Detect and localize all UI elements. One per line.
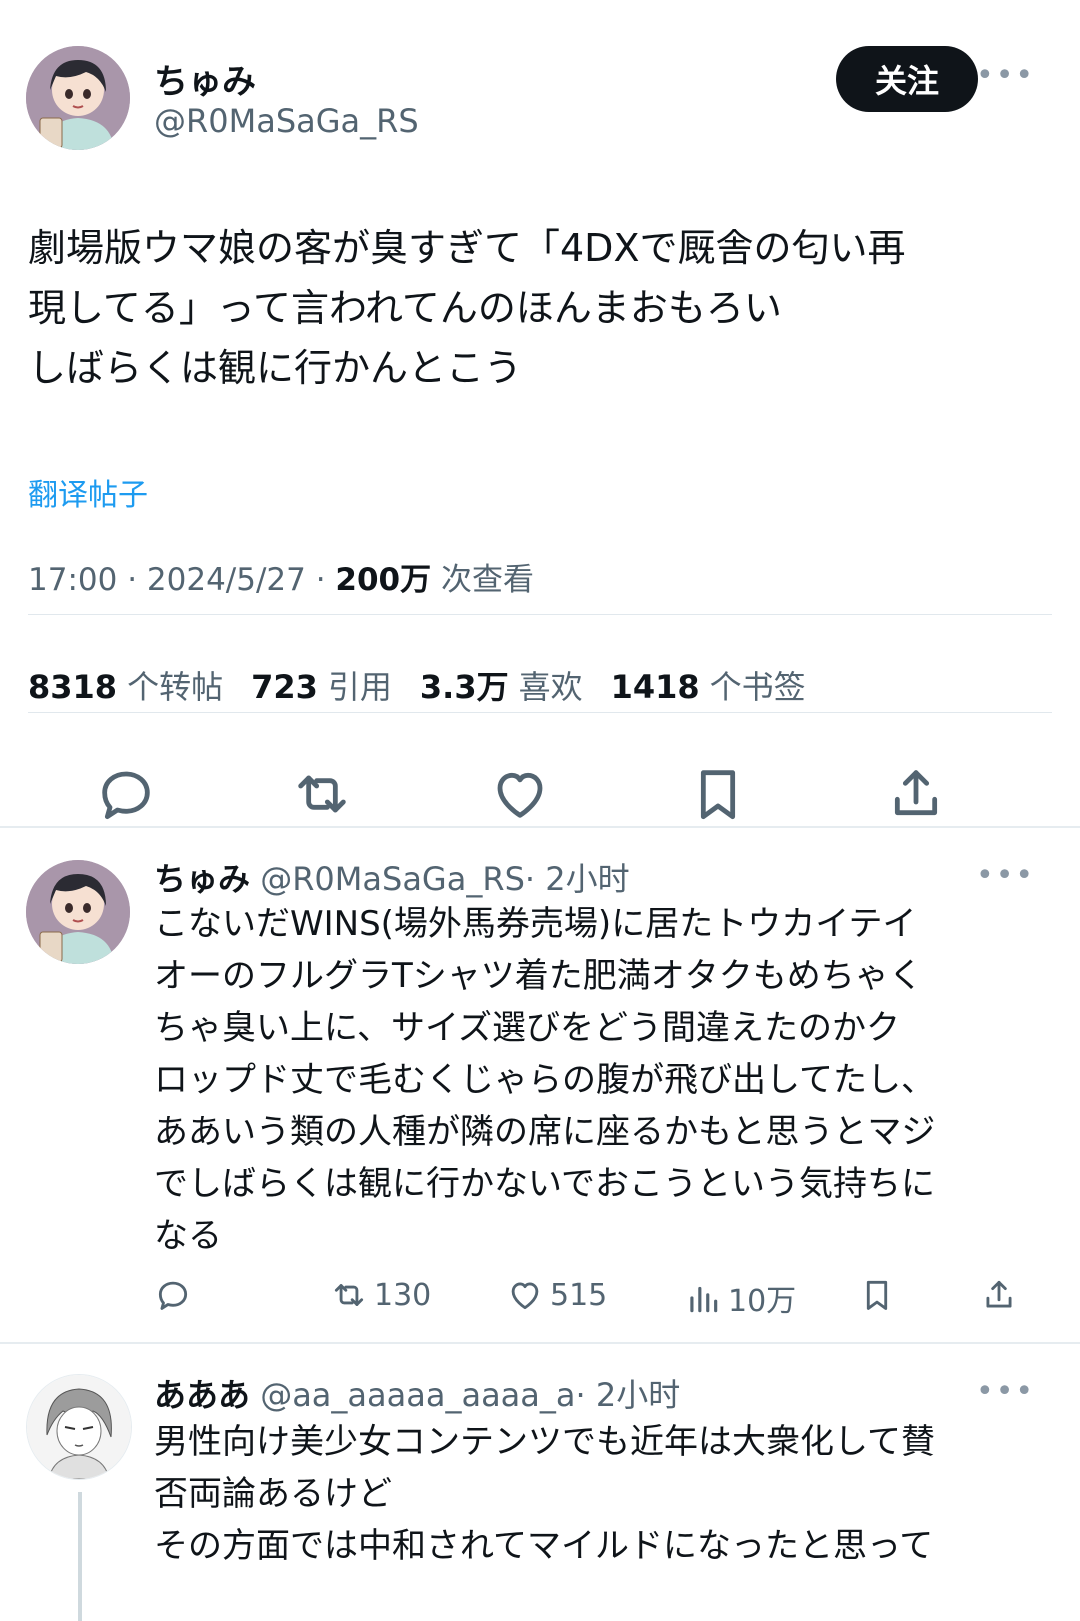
thread-line <box>78 1492 82 1621</box>
more-icon[interactable]: ••• <box>976 1374 1035 1409</box>
like-button[interactable]: 515 <box>506 1276 607 1314</box>
bookmark-icon[interactable] <box>858 1276 902 1314</box>
divider <box>28 712 1052 713</box>
divider <box>0 1342 1080 1344</box>
retweet-icon <box>334 1284 364 1306</box>
reply-author-handle[interactable]: @R0MaSaGa_RS <box>260 860 525 898</box>
views-icon <box>690 1286 718 1313</box>
divider <box>0 826 1080 828</box>
reply-time[interactable]: · 2小时 <box>576 1376 681 1414</box>
reply-icon[interactable] <box>94 762 158 826</box>
author-handle[interactable]: @R0MaSaGa_RS <box>154 102 419 140</box>
reply-header: ちゅみ @R0MaSaGa_RS· 2小时 <box>154 854 630 900</box>
stat-bookmarks[interactable]: 1418 个书签 <box>611 662 806 708</box>
reply-icon[interactable] <box>154 1276 198 1314</box>
reply-author-name[interactable]: ちゅみ <box>154 860 250 898</box>
retweet-count: 130 <box>374 1277 432 1313</box>
tweet-stats: 8318 个转帖 723 引用 3.3万 喜欢 1418 个书签 <box>28 662 806 708</box>
tweet-time[interactable]: 17:00 · 2024/5/27 · <box>28 562 335 598</box>
heart-icon[interactable] <box>488 762 552 826</box>
reply-time[interactable]: · 2小时 <box>525 860 630 898</box>
stat-retweets[interactable]: 8318 个转帖 <box>28 662 223 708</box>
more-icon[interactable]: ••• <box>976 858 1035 893</box>
follow-button[interactable]: 关注 <box>836 46 978 112</box>
views-count: 200万 <box>335 562 432 598</box>
share-icon[interactable] <box>980 1276 1024 1314</box>
reply-avatar[interactable] <box>26 1374 132 1480</box>
reply-text: こないだWINS(場外馬券売場)に居たトウカイテイ オーのフルグラTシャツ着た肥… <box>154 904 936 1256</box>
share-icon[interactable] <box>884 762 948 826</box>
more-icon[interactable]: ••• <box>976 58 1035 93</box>
translate-link[interactable]: 翻译帖子 <box>28 470 148 514</box>
tweet-meta: 17:00 · 2024/5/27 · 200万 次查看 <box>28 554 534 599</box>
reply-avatar[interactable] <box>26 860 130 964</box>
views-count: 10万 <box>728 1284 797 1319</box>
author-name[interactable]: ちゅみ <box>154 54 256 103</box>
heart-icon <box>511 1282 539 1310</box>
reply-text: 男性向け美少女コンテンツでも近年は大衆化して賛 否両論あるけど その方面では中和… <box>154 1422 935 1566</box>
stat-quotes[interactable]: 723 引用 <box>251 662 392 708</box>
retweet-icon[interactable] <box>290 762 354 826</box>
reply-header: あああ @aa_aaaaa_aaaa_a· 2小时 <box>154 1370 680 1416</box>
tweet-text: 劇場版ウマ娘の客が臭すぎて「4DXで厩舎の匂い再 現してる」って言われてんのほん… <box>28 226 906 390</box>
views-label: 次查看 <box>431 562 534 598</box>
author-avatar[interactable] <box>26 46 130 150</box>
reply-author-handle[interactable]: @aa_aaaaa_aaaa_a <box>260 1376 575 1414</box>
retweet-button[interactable]: 130 <box>330 1276 431 1314</box>
bookmark-icon[interactable] <box>686 762 750 826</box>
stat-likes[interactable]: 3.3万 喜欢 <box>420 662 583 708</box>
like-count: 515 <box>550 1277 608 1313</box>
reply-author-name[interactable]: あああ <box>154 1376 250 1414</box>
views-button[interactable]: 10万 <box>684 1276 796 1320</box>
divider <box>28 614 1052 615</box>
